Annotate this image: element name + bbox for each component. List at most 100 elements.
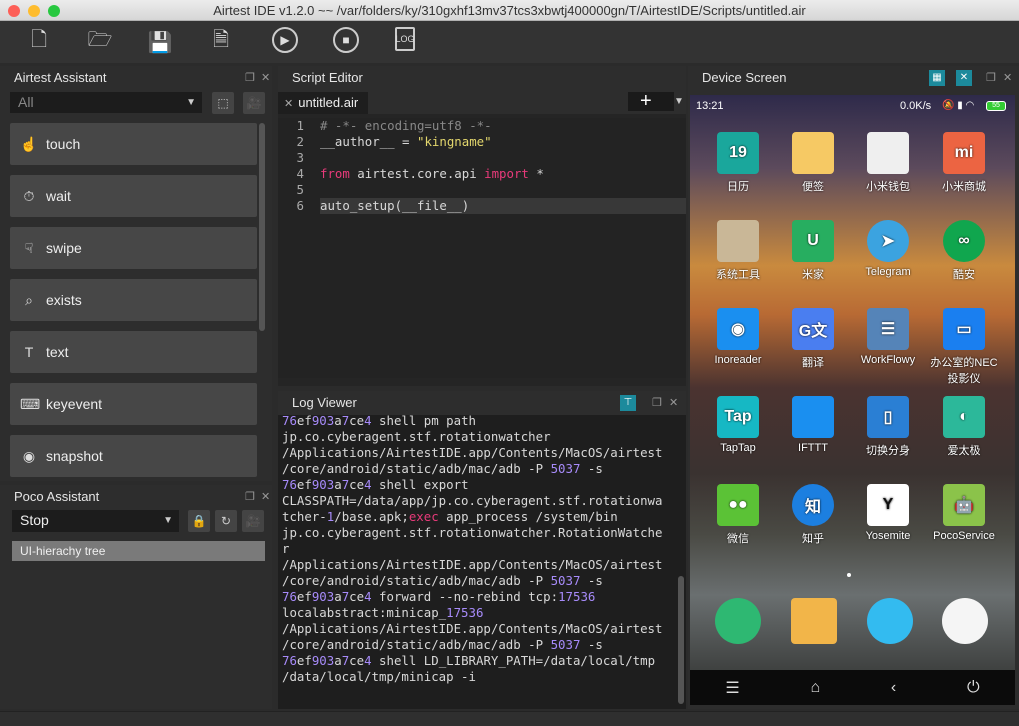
app-icon-2[interactable]: 小米钱包 xyxy=(850,132,926,194)
app-label: 知乎 xyxy=(802,533,824,545)
log-token: 5037 xyxy=(550,573,581,588)
lock-icon[interactable]: 🔒 xyxy=(188,510,210,532)
log-token: 17536 xyxy=(558,589,596,604)
save-as-icon: 🗎 xyxy=(212,29,230,51)
api-button-label: keyevent xyxy=(46,396,103,412)
device-screen[interactable]: 13:21 0.0K/s 🔕 ▮ ◠ 55 19 日历 便签 小米钱包 mi 小米商城 系统… xyxy=(690,95,1015,705)
save-as-button[interactable]: 🗎 xyxy=(206,27,236,57)
float-panel-icon[interactable]: ❐ xyxy=(986,66,996,90)
app-icon-9[interactable]: G文 翻译 xyxy=(775,308,851,370)
filter-icon[interactable]: ⊤ xyxy=(620,395,636,411)
app-glyph xyxy=(717,220,759,262)
app-icon-0[interactable]: 19 日历 xyxy=(700,132,776,194)
phone-app-icon[interactable] xyxy=(715,598,761,644)
screenshot-select-icon[interactable]: ⬚ xyxy=(212,92,234,114)
close-panel-icon[interactable]: ✕ xyxy=(261,485,270,509)
home-icon[interactable]: ⌂ xyxy=(810,679,820,697)
record-icon[interactable]: 🎥 xyxy=(242,510,264,532)
run-button[interactable]: ▶ xyxy=(272,27,298,53)
refresh-icon[interactable]: ↻ xyxy=(215,510,237,532)
app-icon-10[interactable]: ☰ WorkFlowy xyxy=(850,308,926,366)
app-glyph: ▯ xyxy=(867,396,909,438)
messages-app-icon[interactable] xyxy=(791,598,837,644)
new-file-button[interactable]: 🗋 xyxy=(24,27,54,57)
api-button-exists[interactable]: ⌕ exists xyxy=(10,279,257,321)
api-button-swipe[interactable]: ☟ swipe xyxy=(10,227,257,269)
app-icon-12[interactable]: Tap TapTap xyxy=(700,396,776,454)
record-icon[interactable]: 🎥 xyxy=(243,92,265,114)
maximize-window-button[interactable] xyxy=(48,5,60,17)
app-glyph xyxy=(792,132,834,174)
menu-icon[interactable]: ☰ xyxy=(725,678,739,698)
log-token: 4 xyxy=(364,653,372,668)
log-line: /Applications/AirtestIDE.app/Contents/Ma… xyxy=(282,445,662,461)
log-line: localabstract:minicap_17536 xyxy=(282,605,483,621)
app-label: 小米商城 xyxy=(942,181,986,193)
api-button-snapshot[interactable]: ◉ snapshot xyxy=(10,435,257,477)
app-label: Inoreader xyxy=(714,354,762,366)
app-glyph: ◉ xyxy=(717,308,759,350)
app-icon-14[interactable]: ▯ 切换分身 xyxy=(850,396,926,458)
power-icon[interactable]: ⏻ xyxy=(967,679,980,697)
float-panel-icon[interactable]: ❐ xyxy=(245,66,255,90)
stop-button[interactable]: ■ xyxy=(333,27,359,53)
save-button[interactable]: 💾 xyxy=(145,27,175,57)
app-icon-13[interactable]: IFTTT xyxy=(775,396,851,454)
close-panel-icon[interactable]: ✕ xyxy=(1003,66,1012,90)
camera-app-icon[interactable] xyxy=(942,598,988,644)
code-area[interactable]: 1 # -*- encoding=utf8 -*- 2 __author__ = "k… xyxy=(278,118,686,378)
app-icon-8[interactable]: ◉ Inoreader xyxy=(700,308,776,366)
minimize-window-button[interactable] xyxy=(28,5,40,17)
code-token: airtest.core.api xyxy=(349,166,485,181)
api-button-keyevent[interactable]: ⌨ keyevent xyxy=(10,383,257,425)
app-icon-16[interactable]: ●● 微信 xyxy=(700,484,776,546)
new-tab-button[interactable]: + xyxy=(628,91,674,111)
close-window-button[interactable] xyxy=(8,5,20,17)
log-token: 76 xyxy=(282,413,297,428)
close-panel-icon[interactable]: ✕ xyxy=(669,391,678,415)
app-icon-5[interactable]: U 米家 xyxy=(775,220,851,282)
line-number: 6 xyxy=(296,198,304,213)
tab-untitled[interactable]: ✕ untitled.air xyxy=(278,92,368,114)
log-token: -s xyxy=(580,461,603,476)
scrollbar[interactable] xyxy=(678,576,684,704)
log-line: 76ef903a7ce4 shell export xyxy=(282,477,469,493)
app-glyph: ●● xyxy=(717,484,759,526)
log-token: 17536 xyxy=(446,605,484,620)
chevron-down-icon[interactable]: ▼ xyxy=(674,96,684,107)
app-icon-1[interactable]: 便签 xyxy=(775,132,851,194)
back-icon[interactable]: ‹ xyxy=(891,679,896,697)
app-icon-7[interactable]: ∞ 酷安 xyxy=(926,220,1002,282)
app-icon-11[interactable]: ▭ 办公室的NEC投影仪 xyxy=(926,308,1002,386)
app-icon-6[interactable]: ➤ Telegram xyxy=(850,220,926,278)
api-button-wait[interactable]: ⏱ wait xyxy=(10,175,257,217)
log-token: 76 xyxy=(282,589,297,604)
log-token: ce xyxy=(349,589,365,604)
float-panel-icon[interactable]: ❐ xyxy=(652,391,662,415)
log-token: 76 xyxy=(282,477,297,492)
app-icon-19[interactable]: 🤖 PocoService xyxy=(926,484,1002,542)
log-token: /data/local/tmp/minicap -i xyxy=(282,669,476,684)
code-token: # -*- encoding=utf8 -*- xyxy=(320,118,492,133)
browser-app-icon[interactable] xyxy=(867,598,913,644)
close-tab-icon[interactable]: ✕ xyxy=(284,98,293,110)
api-button-text[interactable]: Ttext xyxy=(10,331,257,373)
log-button[interactable]: LOG xyxy=(395,27,415,51)
close-panel-icon[interactable]: ✕ xyxy=(261,66,270,90)
scrollbar[interactable] xyxy=(259,123,265,331)
ui-hierarchy-tree-item[interactable]: UI-hierachy tree xyxy=(12,541,265,561)
app-icon-18[interactable]: Y Yosemite xyxy=(850,484,926,542)
grid-icon[interactable]: ▦ xyxy=(929,70,945,86)
api-button-touch[interactable]: ☝ touch xyxy=(10,123,257,165)
log-line: 76ef903a7ce4 shell pm path xyxy=(282,413,476,429)
poco-mode-select[interactable]: Stop ▼ xyxy=(12,510,179,532)
app-icon-4[interactable]: 系统工具 xyxy=(700,220,776,282)
log-token: -s xyxy=(580,573,603,588)
api-filter-select[interactable]: All ▼ xyxy=(10,92,202,113)
app-icon-3[interactable]: mi 小米商城 xyxy=(926,132,1002,194)
float-panel-icon[interactable]: ❐ xyxy=(245,485,255,509)
tools-icon[interactable]: ✕ xyxy=(956,70,972,86)
app-icon-15[interactable]: ◐ 爱太极 xyxy=(926,396,1002,458)
open-folder-button[interactable]: 🗁 xyxy=(85,27,115,57)
app-icon-17[interactable]: 知知乎 xyxy=(775,484,851,546)
